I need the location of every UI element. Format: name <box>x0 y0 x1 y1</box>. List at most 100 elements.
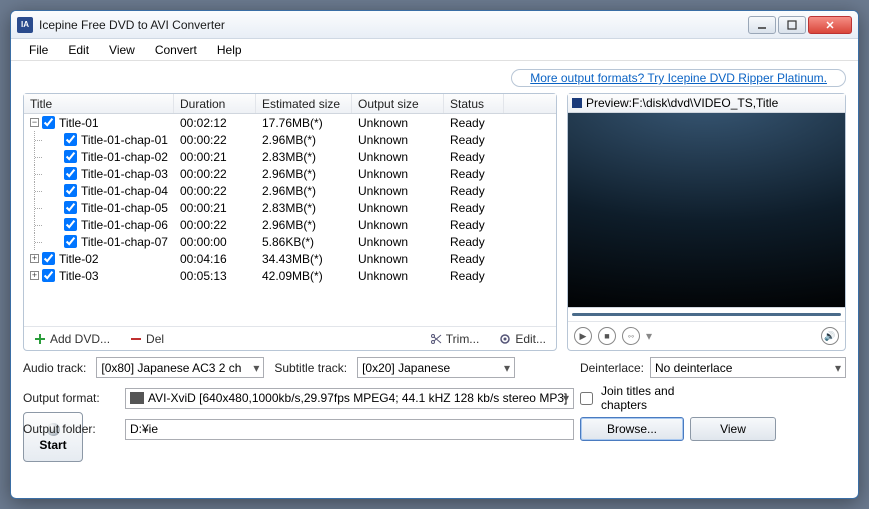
deinterlace-select[interactable]: No deinterlace <box>650 357 846 378</box>
preview-icon <box>572 98 582 108</box>
row-checkbox[interactable] <box>42 252 55 265</box>
output-folder-label: Output folder: <box>23 422 119 436</box>
col-title[interactable]: Title <box>24 94 174 113</box>
cell-st: Ready <box>444 252 504 266</box>
row-title: Title-01-chap-07 <box>81 235 168 249</box>
subtitle-track-select[interactable]: [0x20] Japanese <box>357 357 515 378</box>
add-dvd-label: Add DVD... <box>50 332 110 346</box>
seek-bar[interactable] <box>568 308 845 322</box>
cell-st: Ready <box>444 184 504 198</box>
expand-toggle[interactable]: − <box>30 118 39 127</box>
play-button[interactable]: ▶ <box>574 327 592 345</box>
row-checkbox[interactable] <box>64 133 77 146</box>
view-button[interactable]: View <box>690 417 776 441</box>
row-checkbox[interactable] <box>64 235 77 248</box>
row-title: Title-01-chap-04 <box>81 184 168 198</box>
cell-dur: 00:00:22 <box>174 184 256 198</box>
preview-video[interactable] <box>568 113 845 308</box>
menu-file[interactable]: File <box>19 41 58 59</box>
cell-st: Ready <box>444 150 504 164</box>
output-format-select[interactable]: AVI-XviD [640x480,1000kb/s,29.97fps MPEG… <box>125 388 574 409</box>
stop-button[interactable]: ■ <box>598 327 616 345</box>
minimize-button[interactable] <box>748 16 776 34</box>
gear-icon <box>499 333 511 345</box>
row-title: Title-01-chap-01 <box>81 133 168 147</box>
menu-edit[interactable]: Edit <box>58 41 99 59</box>
row-checkbox[interactable] <box>42 269 55 282</box>
menu-view[interactable]: View <box>99 41 145 59</box>
title-list: Title Duration Estimated size Output siz… <box>23 93 557 351</box>
table-row[interactable]: −Title-0100:02:1217.76MB(*)UnknownReady <box>24 114 556 131</box>
output-folder-input[interactable]: D:¥ie <box>125 419 574 440</box>
join-checkbox[interactable] <box>580 392 593 405</box>
cell-est: 34.43MB(*) <box>256 252 352 266</box>
cell-est: 2.96MB(*) <box>256 133 352 147</box>
cell-out: Unknown <box>352 218 444 232</box>
row-title: Title-01-chap-02 <box>81 150 168 164</box>
table-row[interactable]: +Title-0300:05:1342.09MB(*)UnknownReady <box>24 267 556 284</box>
edit-button[interactable]: Edit... <box>495 332 550 346</box>
format-icon <box>130 392 144 404</box>
cell-dur: 00:02:12 <box>174 116 256 130</box>
row-checkbox[interactable] <box>64 201 77 214</box>
step-button[interactable]: ◦◦ <box>622 327 640 345</box>
col-estimated-size[interactable]: Estimated size <box>256 94 352 113</box>
cell-st: Ready <box>444 201 504 215</box>
titlebar[interactable]: IA Icepine Free DVD to AVI Converter <box>11 11 858 39</box>
table-row[interactable]: Title-01-chap-0100:00:222.96MB(*)Unknown… <box>24 131 556 148</box>
audio-track-label: Audio track: <box>23 361 86 375</box>
volume-button[interactable]: 🔊 <box>821 327 839 345</box>
cell-out: Unknown <box>352 201 444 215</box>
col-output-size[interactable]: Output size <box>352 94 444 113</box>
row-checkbox[interactable] <box>64 150 77 163</box>
table-row[interactable]: +Title-0200:04:1634.43MB(*)UnknownReady <box>24 250 556 267</box>
plus-icon <box>34 333 46 345</box>
row-checkbox[interactable] <box>64 218 77 231</box>
row-title: Title-02 <box>59 252 99 266</box>
edit-label: Edit... <box>515 332 546 346</box>
table-row[interactable]: Title-01-chap-0300:00:222.96MB(*)Unknown… <box>24 165 556 182</box>
col-status[interactable]: Status <box>444 94 504 113</box>
menu-convert[interactable]: Convert <box>145 41 207 59</box>
cell-st: Ready <box>444 235 504 249</box>
close-button[interactable] <box>808 16 852 34</box>
table-row[interactable]: Title-01-chap-0400:00:222.96MB(*)Unknown… <box>24 182 556 199</box>
cell-est: 5.86KB(*) <box>256 235 352 249</box>
list-toolbar: Add DVD... Del Trim... Edit... <box>24 326 556 350</box>
maximize-button[interactable] <box>778 16 806 34</box>
delete-button[interactable]: Del <box>126 332 168 346</box>
cell-dur: 00:04:16 <box>174 252 256 266</box>
tree-body[interactable]: −Title-0100:02:1217.76MB(*)UnknownReadyT… <box>24 114 556 326</box>
scissors-icon <box>430 333 442 345</box>
row-checkbox[interactable] <box>42 116 55 129</box>
cell-dur: 00:00:00 <box>174 235 256 249</box>
row-checkbox[interactable] <box>64 167 77 180</box>
table-row[interactable]: Title-01-chap-0500:00:212.83MB(*)Unknown… <box>24 199 556 216</box>
row-title: Title-01-chap-05 <box>81 201 168 215</box>
table-row[interactable]: Title-01-chap-0700:00:005.86KB(*)Unknown… <box>24 233 556 250</box>
menubar: File Edit View Convert Help <box>11 39 858 61</box>
table-row[interactable]: Title-01-chap-0600:00:222.96MB(*)Unknown… <box>24 216 556 233</box>
browse-button[interactable]: Browse... <box>580 417 684 441</box>
cell-dur: 00:00:22 <box>174 167 256 181</box>
add-dvd-button[interactable]: Add DVD... <box>30 332 114 346</box>
audio-track-select[interactable]: [0x80] Japanese AC3 2 ch <box>96 357 264 378</box>
promo-link[interactable]: More output formats? Try Icepine DVD Rip… <box>511 69 846 87</box>
cell-dur: 00:00:21 <box>174 201 256 215</box>
row-title: Title-01-chap-06 <box>81 218 168 232</box>
row-checkbox[interactable] <box>64 184 77 197</box>
join-label: Join titles and chapters <box>601 384 684 412</box>
expand-toggle[interactable]: + <box>30 254 39 263</box>
row-title: Title-01-chap-03 <box>81 167 168 181</box>
cell-est: 17.76MB(*) <box>256 116 352 130</box>
expand-toggle[interactable]: + <box>30 271 39 280</box>
menu-help[interactable]: Help <box>207 41 252 59</box>
cell-est: 2.96MB(*) <box>256 184 352 198</box>
table-row[interactable]: Title-01-chap-0200:00:212.83MB(*)Unknown… <box>24 148 556 165</box>
cell-est: 2.96MB(*) <box>256 218 352 232</box>
col-duration[interactable]: Duration <box>174 94 256 113</box>
trim-button[interactable]: Trim... <box>426 332 484 346</box>
row-title: Title-03 <box>59 269 99 283</box>
app-window: IA Icepine Free DVD to AVI Converter Fil… <box>10 10 859 499</box>
cell-out: Unknown <box>352 116 444 130</box>
